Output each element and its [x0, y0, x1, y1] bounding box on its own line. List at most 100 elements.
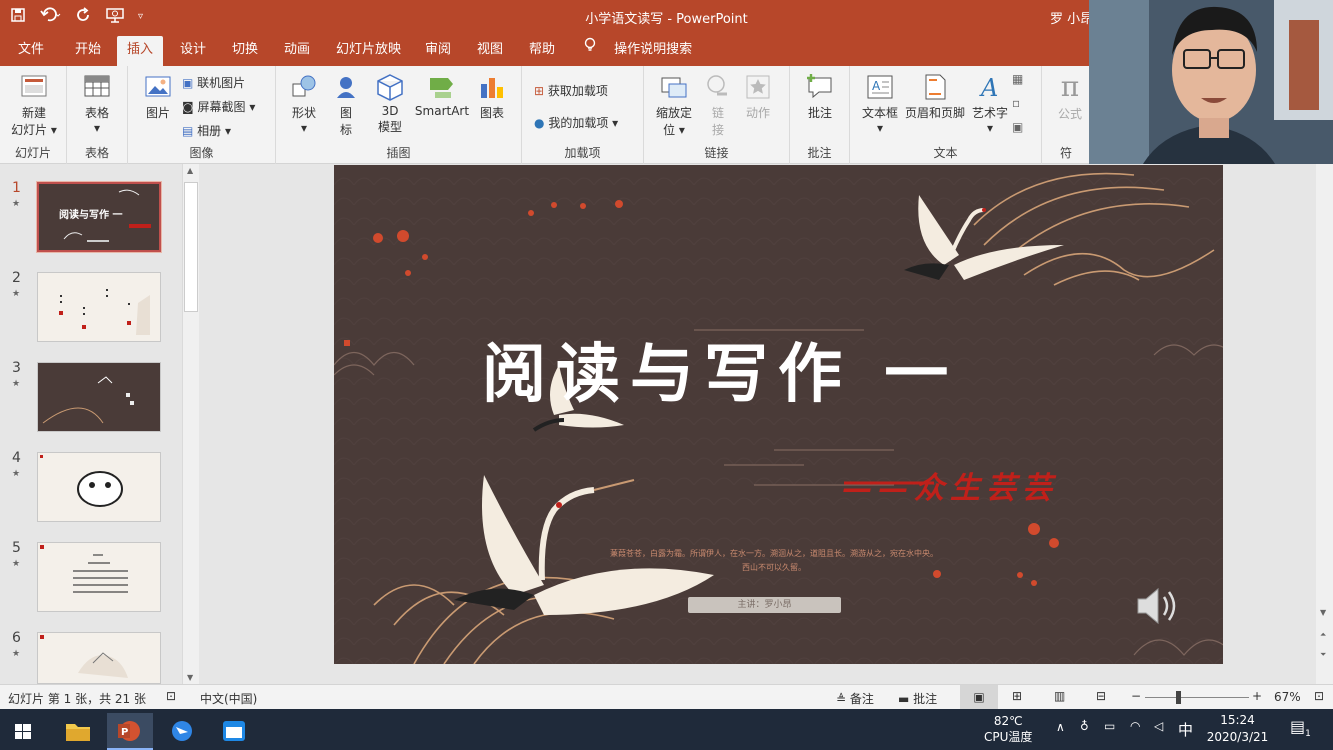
- date-time-icon[interactable]: ▦: [1012, 72, 1023, 86]
- slideshow-icon[interactable]: ⊟: [1096, 689, 1106, 703]
- slide-thumbnail-1[interactable]: 阅读与写作 一: [36, 181, 162, 253]
- camera-icon: ◙: [182, 100, 194, 114]
- picture-icon: [145, 76, 171, 97]
- slide-number-icon[interactable]: ▫: [1012, 96, 1020, 110]
- tab-home[interactable]: 开始: [69, 34, 107, 66]
- notification-center-icon[interactable]: ▤1: [1290, 717, 1311, 739]
- cube-icon: [377, 74, 403, 101]
- reading-view-icon[interactable]: ▥: [1054, 689, 1065, 703]
- icons-button[interactable]: 图 标: [330, 72, 362, 138]
- zoom-percent[interactable]: 67%: [1274, 690, 1301, 704]
- screenshot-button[interactable]: ◙ 屏幕截图 ▾: [182, 98, 255, 115]
- slide-body-line-2[interactable]: 西山不可以久留。: [584, 562, 964, 573]
- speaker-icon[interactable]: [1134, 583, 1180, 632]
- get-addins-button[interactable]: ⊞ 获取加载项: [534, 82, 608, 99]
- show-hidden-icons[interactable]: ∧: [1056, 720, 1065, 734]
- tab-slideshow[interactable]: 幻灯片放映: [330, 34, 407, 66]
- slide-thumbnail-3[interactable]: [37, 362, 161, 432]
- windows-start-icon[interactable]: [0, 713, 46, 750]
- fit-to-window-icon[interactable]: ⊡: [1314, 689, 1324, 703]
- scroll-down-icon[interactable]: ▼: [1320, 608, 1326, 617]
- editor-scrollbar[interactable]: ▼ ⏶ ⏷: [1316, 164, 1333, 684]
- slide-thumbnail-2[interactable]: [37, 272, 161, 342]
- tab-animations[interactable]: 动画: [278, 34, 316, 66]
- language-label[interactable]: 中文(中国): [200, 690, 257, 707]
- slide-title[interactable]: 阅读与写作 一: [482, 323, 1082, 415]
- calendar-app-icon[interactable]: [211, 713, 257, 750]
- comments-button[interactable]: ▬ 批注: [898, 690, 937, 707]
- object-icon[interactable]: ▣: [1012, 120, 1023, 134]
- header-footer-button[interactable]: 页眉和页脚: [902, 72, 968, 121]
- smartart-button[interactable]: SmartArt: [412, 72, 472, 118]
- tab-help[interactable]: 帮助: [523, 34, 561, 66]
- link-button[interactable]: 链 接: [700, 72, 736, 138]
- svg-text:A: A: [872, 79, 881, 93]
- addin-icon: ●: [534, 116, 545, 130]
- file-explorer-icon[interactable]: [55, 713, 101, 750]
- clock[interactable]: 15:24 2020/3/21: [1200, 712, 1275, 746]
- group-label-tables: 表格: [84, 146, 109, 160]
- presenter-label[interactable]: 主讲：罗小昂: [688, 597, 841, 613]
- scroll-up-icon[interactable]: ▲: [187, 166, 193, 175]
- zoom-out-icon[interactable]: −: [1131, 689, 1141, 703]
- shapes-button[interactable]: 形状 ▾: [286, 72, 322, 135]
- slide-sorter-icon[interactable]: ⊞: [1012, 689, 1022, 703]
- previous-slide-icon[interactable]: ⏶: [1320, 630, 1326, 640]
- table-button[interactable]: 表格 ▾: [77, 72, 117, 135]
- feishu-icon[interactable]: [159, 713, 205, 750]
- ime-indicator[interactable]: 中: [1178, 719, 1193, 740]
- cpu-temperature: 82℃ CPU温度: [984, 714, 1033, 744]
- zoom-button[interactable]: 缩放定 位 ▾: [652, 72, 696, 138]
- current-slide[interactable]: 阅读与写作 一 ——众生芸芸 蒹葭苍苍，白露为霜。所谓伊人，在水一方。溯洄从之，…: [334, 165, 1223, 664]
- zoom-slider[interactable]: [1145, 691, 1249, 704]
- tab-review[interactable]: 审阅: [419, 34, 457, 66]
- tell-me-search[interactable]: 操作说明搜索: [584, 34, 692, 66]
- notes-icon: ≜: [836, 692, 847, 706]
- microphone-icon[interactable]: ♁: [1080, 719, 1089, 733]
- tab-view[interactable]: 视图: [471, 34, 509, 66]
- new-slide-icon: [21, 75, 47, 97]
- action-button[interactable]: 动作: [740, 72, 776, 121]
- textbox-button[interactable]: A 文本框 ▾: [858, 72, 902, 135]
- slide-count-label: 幻灯片 第 1 张，共 21 张: [8, 692, 146, 706]
- chart-button[interactable]: 图表: [474, 72, 510, 121]
- battery-icon[interactable]: ▭: [1104, 719, 1115, 733]
- my-addins-button[interactable]: ● 我的加载项 ▾: [534, 114, 618, 131]
- accessibility-icon[interactable]: ⊡: [166, 689, 176, 703]
- wifi-icon[interactable]: ◠: [1130, 719, 1140, 733]
- scrollbar-thumb[interactable]: [184, 182, 198, 312]
- wordart-button[interactable]: A 艺术字 ▾: [968, 72, 1012, 135]
- slide-thumbnail-6[interactable]: [37, 632, 161, 684]
- normal-view-icon[interactable]: ▣: [960, 685, 998, 709]
- slide-thumbnail-4[interactable]: [37, 452, 161, 522]
- zoom-slider-thumb[interactable]: [1175, 691, 1181, 704]
- animation-star-icon: ★: [12, 289, 21, 299]
- link-icon: [707, 75, 727, 96]
- next-slide-icon[interactable]: ⏷: [1320, 650, 1326, 660]
- group-comments: 批注 批注: [790, 66, 850, 164]
- tab-insert[interactable]: 插入: [117, 36, 163, 68]
- new-slide-button[interactable]: 新建 幻灯片 ▾: [8, 72, 60, 138]
- thumbnail-scrollbar[interactable]: ▲ ▼: [182, 164, 199, 684]
- tab-design[interactable]: 设计: [174, 34, 212, 66]
- group-label-images: 图像: [189, 146, 214, 160]
- scroll-down-icon[interactable]: ▼: [187, 673, 193, 682]
- tab-file[interactable]: 文件: [12, 34, 50, 66]
- comment-button[interactable]: 批注: [802, 72, 838, 121]
- notes-button[interactable]: ≜ 备注: [836, 690, 874, 707]
- user-name[interactable]: 罗 小昂: [1050, 8, 1093, 27]
- tab-transitions[interactable]: 切换: [226, 34, 264, 66]
- picture-button[interactable]: 图片: [140, 72, 176, 121]
- zoom-in-icon[interactable]: +: [1252, 689, 1262, 703]
- slide-thumbnail-5[interactable]: [37, 542, 161, 612]
- photo-album-button[interactable]: ▤ 相册 ▾: [182, 122, 231, 139]
- online-picture-button[interactable]: ▣ 联机图片: [182, 74, 245, 91]
- slide-body-line-1[interactable]: 蒹葭苍苍，白露为霜。所谓伊人，在水一方。溯洄从之，道阻且长。溯游从之，宛在水中央…: [584, 548, 964, 559]
- equation-button[interactable]: π 公式: [1050, 70, 1090, 122]
- slide-subtitle[interactable]: ——众生芸芸: [842, 463, 1058, 507]
- star-action-icon: [746, 75, 770, 99]
- volume-icon[interactable]: ◁: [1154, 719, 1163, 733]
- thumb-number: 4: [12, 450, 21, 466]
- 3d-models-button[interactable]: 3D 模型: [372, 72, 408, 135]
- powerpoint-taskbar-icon[interactable]: P: [107, 713, 153, 750]
